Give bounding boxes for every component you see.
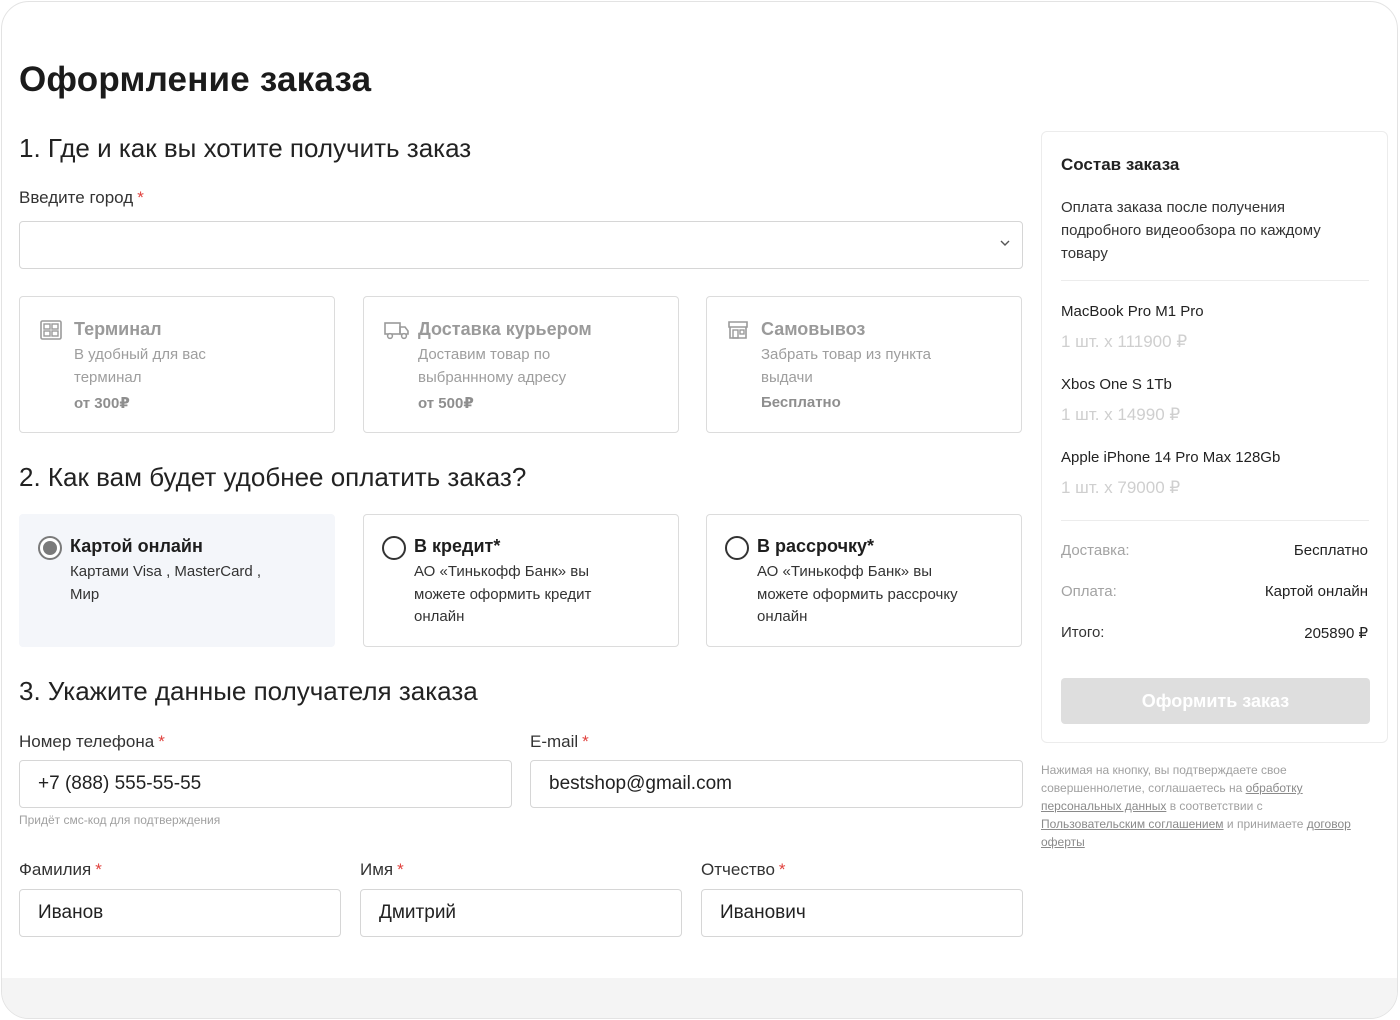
payment-value: Картой онлайн: [1264, 583, 1368, 600]
delivery-label: Доставка:: [1061, 542, 1130, 559]
phone-field[interactable]: +7 (888) 555-55-55: [19, 760, 512, 808]
delivery-option-pickup[interactable]: Самовывоз Забрать товар из пункта выдачи…: [706, 296, 1022, 433]
bottom-band: [2, 978, 1397, 1018]
terminal-icon: [40, 320, 62, 340]
city-label: Введите город *: [19, 188, 144, 208]
name-label-text: Имя: [360, 860, 394, 879]
delivery-option-price: от 500₽: [418, 395, 474, 412]
payment-option-title: В рассрочку*: [757, 536, 875, 556]
name-field[interactable]: Дмитрий: [360, 889, 682, 937]
order-item-qty: 1 шт. x 79000 ₽: [1061, 478, 1181, 497]
surname-label: Фамилия *: [19, 860, 102, 880]
surname-label-text: Фамилия: [19, 860, 92, 879]
city-label-text: Введите город: [19, 188, 134, 207]
email-label: E-mail *: [530, 732, 589, 752]
user-agreement-link[interactable]: Пользовательским соглашением: [1041, 817, 1224, 831]
payment-option-title: В кредит*: [414, 536, 501, 556]
delivery-option-title: Доставка курьером: [418, 319, 592, 339]
payment-option-desc: АО «Тинькофф Банк» вы можете оформить кр…: [414, 563, 592, 625]
truck-icon: [384, 322, 409, 340]
required-mark: *: [158, 732, 165, 751]
summary-note: Оплата заказа после получения подробного…: [1061, 199, 1321, 262]
summary-divider: [1061, 280, 1369, 281]
required-mark: *: [137, 188, 144, 207]
delivery-option-terminal[interactable]: Терминал В удобный для вас терминал от 3…: [19, 296, 335, 433]
order-item-qty: 1 шт. x 111900 ₽: [1061, 332, 1188, 351]
phone-label: Номер телефона *: [19, 732, 165, 752]
delivery-value: Бесплатно: [1293, 542, 1368, 559]
place-order-button[interactable]: Оформить заказ: [1061, 678, 1370, 724]
order-item-name: Apple iPhone 14 Pro Max 128Gb: [1061, 449, 1281, 466]
payment-option-desc: Картами Visa , MasterCard , Мир: [70, 563, 262, 603]
name-label: Имя *: [360, 860, 404, 880]
required-mark: *: [95, 860, 102, 879]
section-payment-title: 2. Как вам будет удобнее оплатить заказ?: [19, 462, 527, 492]
total-label: Итого:: [1061, 624, 1105, 641]
delivery-option-title: Терминал: [74, 319, 162, 339]
payment-option-card-online[interactable]: Картой онлайн Картами Visa , MasterCard …: [19, 514, 335, 647]
legal-text: и принимаете: [1226, 817, 1304, 831]
phone-label-text: Номер телефона: [19, 732, 155, 751]
payment-option-installment[interactable]: В рассрочку* АО «Тинькофф Банк» вы может…: [706, 514, 1022, 647]
section-delivery-title: 1. Где и как вы хотите получить заказ: [19, 133, 472, 163]
radio-selected-icon[interactable]: [38, 536, 62, 560]
order-item-qty: 1 шт. x 14990 ₽: [1061, 405, 1181, 424]
phone-hint: Придёт смс-код для подтверждения: [19, 813, 221, 827]
payment-label: Оплата:: [1061, 583, 1117, 600]
patronymic-field[interactable]: Иванович: [701, 889, 1023, 937]
delivery-option-desc: Доставим товар по выбраннному адресу: [418, 346, 567, 386]
section-recipient-title: 3. Укажите данные получателя заказа: [19, 676, 478, 706]
order-summary: Состав заказа Оплата заказа после получе…: [1041, 131, 1388, 743]
surname-field[interactable]: Иванов: [19, 889, 341, 937]
delivery-option-title: Самовывоз: [761, 319, 866, 339]
delivery-option-price: Бесплатно: [761, 394, 841, 411]
email-label-text: E-mail: [530, 732, 579, 751]
required-mark: *: [397, 860, 404, 879]
chevron-down-icon: [1000, 240, 1010, 246]
checkout-page: Оформление заказа 1. Где и как вы хотите…: [1, 1, 1398, 1019]
delivery-option-desc: В удобный для вас терминал: [74, 346, 206, 386]
email-field[interactable]: bestshop@gmail.com: [530, 760, 1023, 808]
delivery-option-desc: Забрать товар из пункта выдачи: [761, 346, 932, 386]
summary-title: Состав заказа: [1061, 155, 1180, 174]
summary-divider: [1061, 520, 1369, 521]
patronymic-label-text: Отчество: [701, 860, 775, 879]
payment-option-title: Картой онлайн: [70, 536, 203, 556]
store-icon: [728, 321, 748, 339]
required-mark: *: [778, 860, 786, 879]
payment-option-credit[interactable]: В кредит* АО «Тинькофф Банк» вы можете о…: [363, 514, 679, 647]
delivery-option-price: от 300₽: [74, 395, 130, 412]
required-mark: *: [582, 732, 589, 751]
radio-icon[interactable]: [382, 536, 406, 560]
total-value: 205890 ₽: [1304, 625, 1368, 642]
legal-notice: Нажимая на кнопку, вы подтверждаете свое…: [1041, 761, 1351, 851]
legal-text: в соответствии с: [1169, 799, 1263, 813]
payment-option-desc: АО «Тинькофф Банк» вы можете оформить ра…: [757, 563, 958, 625]
page-title: Оформление заказа: [19, 60, 372, 99]
city-select[interactable]: [19, 221, 1023, 269]
radio-icon[interactable]: [725, 536, 749, 560]
delivery-option-courier[interactable]: Доставка курьером Доставим товар по выбр…: [363, 296, 679, 433]
order-item-name: MacBook Pro M1 Pro: [1061, 303, 1204, 320]
order-item-name: Xbos One S 1Tb: [1061, 376, 1172, 393]
patronymic-label: Отчество *: [701, 860, 786, 880]
